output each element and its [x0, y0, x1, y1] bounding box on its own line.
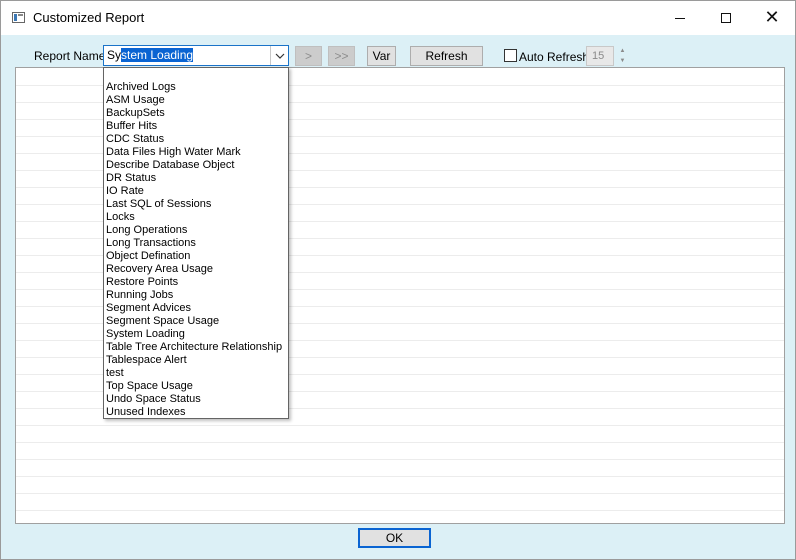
grid-row-line	[16, 442, 784, 443]
auto-refresh-checkbox[interactable]	[504, 49, 517, 62]
minimize-button[interactable]	[657, 1, 703, 35]
dropdown-item[interactable]: Top Space Usage	[105, 380, 282, 393]
close-button[interactable]: ✕	[749, 1, 795, 35]
report-name-value[interactable]: System Loading	[107, 48, 194, 62]
var-button[interactable]: Var	[367, 46, 396, 66]
auto-refresh-label[interactable]: Auto Refresh	[519, 50, 589, 64]
dropdown-item[interactable]: Last SQL of Sessions	[105, 198, 282, 211]
next-button[interactable]: >	[295, 46, 322, 66]
last-button[interactable]: >>	[328, 46, 355, 66]
report-name-value-selection: stem Loading	[121, 48, 194, 62]
dropdown-item[interactable]: Unused Indexes	[105, 406, 282, 419]
dropdown-item[interactable]: Buffer Hits	[105, 120, 282, 133]
title-bar[interactable]: Customized Report ✕	[1, 1, 795, 35]
dropdown-item[interactable]: CDC Status	[105, 133, 282, 146]
dropdown-item[interactable]: System Loading	[105, 328, 282, 341]
report-name-dropdown-list[interactable]: Archived Logs ASM Usage BackupSets Buffer H…	[103, 67, 289, 419]
grid-row-line	[16, 476, 784, 477]
grid-row-line	[16, 459, 784, 460]
dropdown-item[interactable]: Segment Space Usage	[105, 315, 282, 328]
minimize-icon	[675, 17, 685, 19]
grid-row-line	[16, 493, 784, 494]
refresh-button[interactable]: Refresh	[410, 46, 483, 66]
app-window-icon	[12, 12, 25, 23]
maximize-icon	[721, 13, 731, 23]
report-name-combobox[interactable]: System Loading	[103, 45, 289, 66]
dropdown-item[interactable]: Table Tree Architecture Relationship	[105, 341, 282, 354]
dropdown-item[interactable]: Object Defination	[105, 250, 282, 263]
dropdown-item[interactable]: Restore Points	[105, 276, 282, 289]
combo-dropdown-button[interactable]	[270, 46, 288, 65]
window-title: Customized Report	[33, 10, 145, 25]
dropdown-item[interactable]: Undo Space Status	[105, 393, 282, 406]
dropdown-item[interactable]: Archived Logs	[105, 81, 282, 94]
dropdown-item[interactable]: Long Transactions	[105, 237, 282, 250]
grid-row-line	[16, 510, 784, 511]
maximize-button[interactable]	[703, 1, 749, 35]
dropdown-item[interactable]: Long Operations	[105, 224, 282, 237]
dropdown-item[interactable]: ASM Usage	[105, 94, 282, 107]
refresh-interval-input[interactable]: 15	[586, 46, 614, 66]
ok-button[interactable]: OK	[358, 528, 431, 548]
report-name-label: Report Name:	[34, 49, 109, 63]
dropdown-item[interactable]: test	[105, 367, 282, 380]
dropdown-item[interactable]: Describe Database Object	[105, 159, 282, 172]
dropdown-item[interactable]: IO Rate	[105, 185, 282, 198]
dropdown-items: Archived Logs ASM Usage BackupSets Buffer H…	[105, 81, 282, 419]
spin-up-icon[interactable]: ▲	[615, 46, 630, 56]
chevron-down-icon	[275, 53, 284, 59]
report-name-value-prefix: Sy	[107, 48, 122, 62]
spin-down-icon[interactable]: ▼	[615, 56, 630, 66]
dropdown-item[interactable]: Segment Advices	[105, 302, 282, 315]
dropdown-item[interactable]: Locks	[105, 211, 282, 224]
dropdown-item[interactable]: Running Jobs	[105, 289, 282, 302]
dropdown-item[interactable]: BackupSets	[105, 107, 282, 120]
refresh-interval-spinner[interactable]: ▲ ▼	[615, 46, 630, 66]
grid-row-line	[16, 425, 784, 426]
dropdown-item[interactable]: Tablespace Alert	[105, 354, 282, 367]
dropdown-item[interactable]: Data Files High Water Mark	[105, 146, 282, 159]
close-icon: ✕	[764, 7, 780, 28]
customized-report-dialog: Customized Report ✕ Report Name: System …	[0, 0, 796, 560]
dropdown-item[interactable]: DR Status	[105, 172, 282, 185]
dropdown-item[interactable]: Recovery Area Usage	[105, 263, 282, 276]
